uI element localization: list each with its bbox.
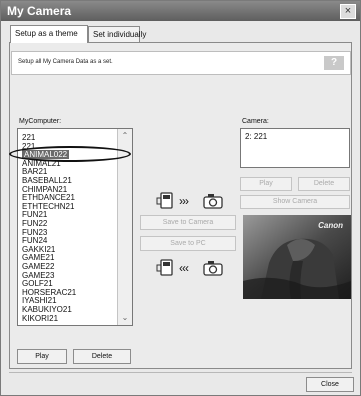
camera-play-button[interactable]: Play xyxy=(240,177,292,191)
play-button[interactable]: Play xyxy=(17,349,67,364)
my-camera-window: My Camera × Setup as a theme Set individ… xyxy=(0,0,361,396)
camera-delete-button[interactable]: Delete xyxy=(298,177,350,191)
camera-list-item[interactable]: 2: 221 xyxy=(245,132,267,141)
tab-set-individually[interactable]: Set individually xyxy=(88,26,146,43)
info-bar: Setup all My Camera Data as a set. ? xyxy=(11,51,351,75)
canon-logo: Canon xyxy=(318,221,343,230)
scroll-down-arrow-icon[interactable]: ⌄ xyxy=(121,313,129,322)
list-item[interactable]: KIKORI21 xyxy=(22,314,58,323)
save-to-pc-button[interactable]: Save to PC xyxy=(140,236,236,251)
camera-label: Camera: xyxy=(242,118,269,125)
memory-card-icon xyxy=(156,259,173,276)
camera-icon xyxy=(203,261,223,276)
save-to-camera-button[interactable]: Save to Camera xyxy=(140,215,236,230)
camera-listbox[interactable]: 2: 221 xyxy=(240,128,350,168)
help-button[interactable]: ? xyxy=(324,56,344,70)
scroll-up-arrow-icon[interactable]: ⌃ xyxy=(121,131,129,140)
divider xyxy=(9,372,352,373)
arrow-to-camera: ››› xyxy=(179,194,189,208)
info-text: Setup all My Camera Data as a set. xyxy=(18,59,113,65)
mycomputer-label: MyComputer: xyxy=(19,118,62,125)
window-title: My Camera xyxy=(7,4,72,18)
show-camera-button[interactable]: Show Camera xyxy=(240,195,350,209)
memory-card-icon xyxy=(156,192,173,209)
window-close-button[interactable]: × xyxy=(340,4,356,19)
title-bar: My Camera × xyxy=(1,1,360,21)
tab-setup-as-theme[interactable]: Setup as a theme xyxy=(10,25,88,43)
camera-icon xyxy=(203,194,223,209)
camera-preview-image: Canon xyxy=(243,215,351,299)
arrow-to-pc: ‹‹‹ xyxy=(179,261,189,275)
delete-button[interactable]: Delete xyxy=(73,349,131,364)
close-button[interactable]: Close xyxy=(306,377,354,392)
highlight-oval xyxy=(9,146,131,162)
